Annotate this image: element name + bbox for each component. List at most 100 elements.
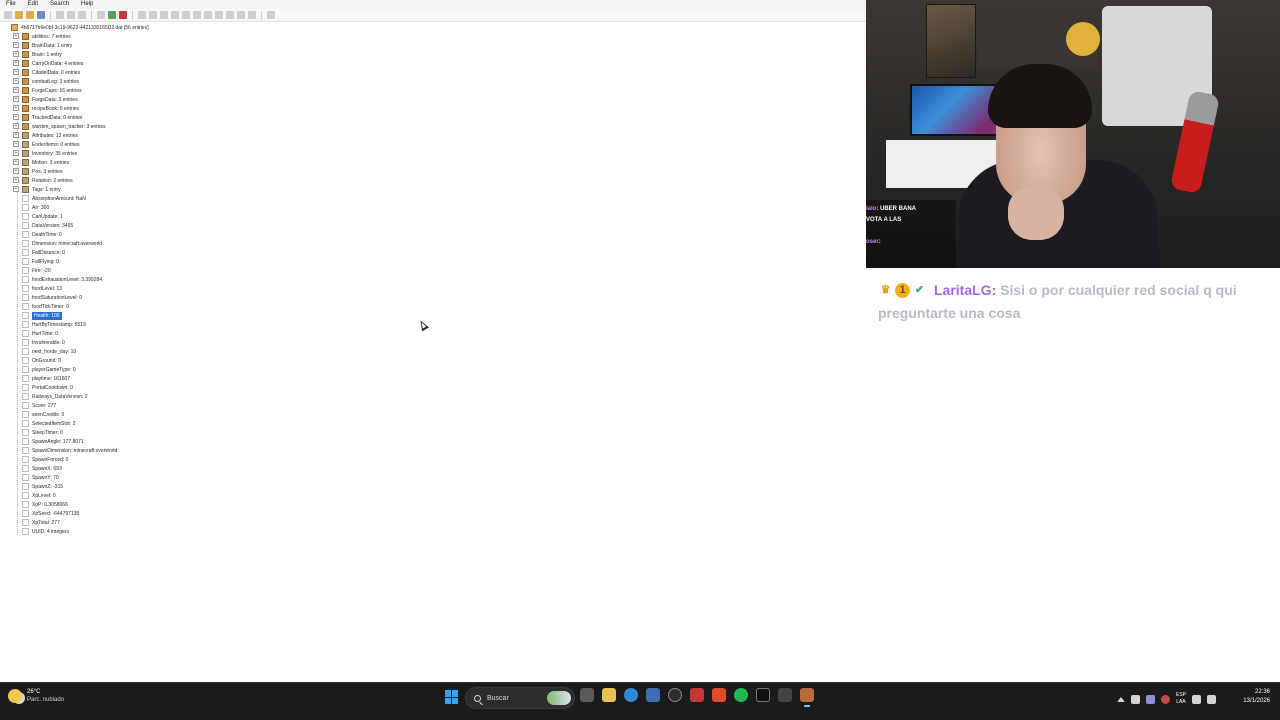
expand-toggle-icon[interactable]: +	[13, 33, 19, 39]
news-app-icon[interactable]	[690, 688, 704, 702]
add-string-icon[interactable]	[226, 11, 234, 19]
menu-help[interactable]: Help	[75, 0, 99, 9]
expand-toggle-icon[interactable]: +	[13, 96, 19, 102]
save-icon[interactable]	[37, 11, 45, 19]
menu-file[interactable]: File	[0, 0, 22, 9]
tree-node-row[interactable]: next_horde_day: 10	[14, 347, 76, 356]
weather-widget[interactable]: 26°C Parc. nublado	[8, 688, 64, 704]
tree-node-row[interactable]: + ForgeCaps: 16 entries	[13, 86, 81, 95]
tree-node-row[interactable]: + combatLog: 3 entries	[13, 77, 79, 86]
add-int-icon[interactable]	[160, 11, 168, 19]
minecraft-launcher-icon[interactable]	[778, 688, 792, 702]
tree-node-row[interactable]: + TrackedData: 0 entries	[13, 113, 82, 122]
tree-node-row[interactable]: Health: 100	[14, 311, 62, 320]
tree-node-row[interactable]: + Tags: 1 entry	[13, 185, 61, 194]
windows-start-icon[interactable]	[445, 690, 459, 704]
expand-toggle-icon[interactable]: +	[13, 78, 19, 84]
expand-toggle-icon[interactable]: +	[13, 150, 19, 156]
tree-node-row[interactable]: XpSeed: -644797135	[14, 509, 79, 518]
input-language-indicator[interactable]: ESP LAA	[1176, 692, 1186, 706]
add-byte-array-icon[interactable]	[204, 11, 212, 19]
open-icon[interactable]	[15, 11, 23, 19]
obs-icon[interactable]	[668, 688, 682, 702]
tree-node-row[interactable]: SpawnX: 693	[14, 464, 62, 473]
network-status-icon[interactable]	[1130, 694, 1140, 704]
expand-toggle-icon[interactable]: +	[13, 69, 19, 75]
chat-username[interactable]: LaritaLG	[934, 282, 992, 298]
tree-node-row[interactable]: Score: 277	[14, 401, 56, 410]
tree-node-row[interactable]: DeathTime: 0	[14, 230, 62, 239]
tree-node-row[interactable]: + Motion: 3 entries	[13, 158, 69, 167]
tree-node-row[interactable]: foodSaturationLevel: 0	[14, 293, 82, 302]
tree-node-row[interactable]: + ForgeData: 3 entries	[13, 95, 78, 104]
tree-node-row[interactable]: playtime: 161607	[14, 374, 70, 383]
tree-node-row[interactable]: foodExhaustionLevel: 3.399284	[14, 275, 102, 284]
tree-node-row[interactable]: CanUpdate: 1	[14, 212, 63, 221]
tree-node-row[interactable]: XpTotal: 277	[14, 518, 60, 527]
volume-icon[interactable]	[1207, 694, 1216, 704]
tree-node-row[interactable]: + abilities: 7 entries	[13, 32, 71, 41]
tree-node-row[interactable]: OnGround: 0	[14, 356, 61, 365]
expand-toggle-icon[interactable]: +	[13, 87, 19, 93]
menu-search[interactable]: Search	[44, 0, 75, 9]
tree-node-row[interactable]: playerGameType: 0	[14, 365, 76, 374]
taskbar-clock[interactable]: 22:36 13/1/2026	[1243, 688, 1270, 706]
expand-toggle-icon[interactable]: +	[13, 60, 19, 66]
tree-node-row[interactable]: SleepTimer: 0	[14, 428, 63, 437]
add-long-icon[interactable]	[171, 11, 179, 19]
tree-node-row[interactable]: SelectedItemSlot: 2	[14, 419, 75, 428]
copy-icon[interactable]	[67, 11, 75, 19]
monitor-icon[interactable]	[1192, 694, 1201, 704]
expand-toggle-icon[interactable]: +	[13, 105, 19, 111]
add-byte-icon[interactable]	[138, 11, 146, 19]
tree-root-row[interactable]: 4b6717b6e0bf-3c19-9622-4421330165D2.dat …	[3, 23, 149, 32]
edit-icon[interactable]	[108, 11, 116, 19]
tree-node-row[interactable]: SpawnY: 70	[14, 473, 59, 482]
rename-icon[interactable]	[97, 11, 105, 19]
expand-toggle-icon[interactable]: +	[13, 159, 19, 165]
tree-node-row[interactable]: + EnderItems: 0 entries	[13, 140, 80, 149]
task-view-icon[interactable]	[580, 688, 594, 702]
tree-node-row[interactable]: SpawnForced: 0	[14, 455, 68, 464]
tree-node-row[interactable]: SpawnDimension: minecraft:overworld	[14, 446, 117, 455]
tree-node-row[interactable]: PortalCooldown: 0	[14, 383, 73, 392]
tree-node-row[interactable]: UUID: 4 integers	[14, 527, 69, 536]
expand-toggle-icon[interactable]: +	[13, 114, 19, 120]
tree-node-row[interactable]: Invulnerable: 0	[14, 338, 65, 347]
tree-node-row[interactable]: AbsorptionAmount: NaN	[14, 194, 86, 203]
expand-toggle-icon[interactable]: +	[13, 42, 19, 48]
paste-icon[interactable]	[78, 11, 86, 19]
tree-node-row[interactable]: Dimension: minecraft:overworld	[14, 239, 102, 248]
file-explorer-icon[interactable]	[602, 688, 616, 702]
tree-node-row[interactable]: + warden_spawn_tracker: 3 entries	[13, 122, 106, 131]
expand-toggle-icon[interactable]: +	[13, 168, 19, 174]
find-icon[interactable]	[267, 11, 275, 19]
cut-icon[interactable]	[56, 11, 64, 19]
notepad-icon[interactable]	[646, 688, 660, 702]
tree-node-row[interactable]: + Rotation: 2 entries	[13, 176, 73, 185]
taskbar-search-box[interactable]: Buscar	[465, 687, 575, 709]
add-int-array-icon[interactable]	[215, 11, 223, 19]
add-compound-icon[interactable]	[248, 11, 256, 19]
tree-node-row[interactable]: DataVersion: 3465	[14, 221, 73, 230]
expand-toggle-icon[interactable]: +	[13, 123, 19, 129]
tree-node-row[interactable]: + BrainData: 1 entry	[13, 41, 72, 50]
chevron-up-icon[interactable]	[1116, 696, 1125, 702]
expand-toggle-icon[interactable]: +	[13, 177, 19, 183]
add-short-icon[interactable]	[149, 11, 157, 19]
add-list-icon[interactable]	[237, 11, 245, 19]
add-float-icon[interactable]	[182, 11, 190, 19]
new-icon[interactable]	[4, 11, 12, 19]
expand-toggle-icon[interactable]: +	[13, 141, 19, 147]
tree-node-row[interactable]: + recipeBook: 0 entries	[13, 104, 79, 113]
tree-node-row[interactable]: XpP: 0.3058066	[14, 500, 68, 509]
spotify-icon[interactable]	[734, 688, 748, 702]
tree-node-row[interactable]: FallFlying: 0	[14, 257, 59, 266]
tree-node-row[interactable]: SpawnAngle: 177.8071	[14, 437, 84, 446]
expand-toggle-icon[interactable]: +	[13, 186, 19, 192]
tree-node-row[interactable]: + Brain: 1 entry	[13, 50, 62, 59]
nbt-editor-taskbar-icon[interactable]	[800, 688, 814, 702]
tiktok-icon[interactable]	[756, 688, 770, 702]
tree-node-row[interactable]: XpLevel: 0	[14, 491, 56, 500]
expand-toggle-icon[interactable]: +	[13, 132, 19, 138]
